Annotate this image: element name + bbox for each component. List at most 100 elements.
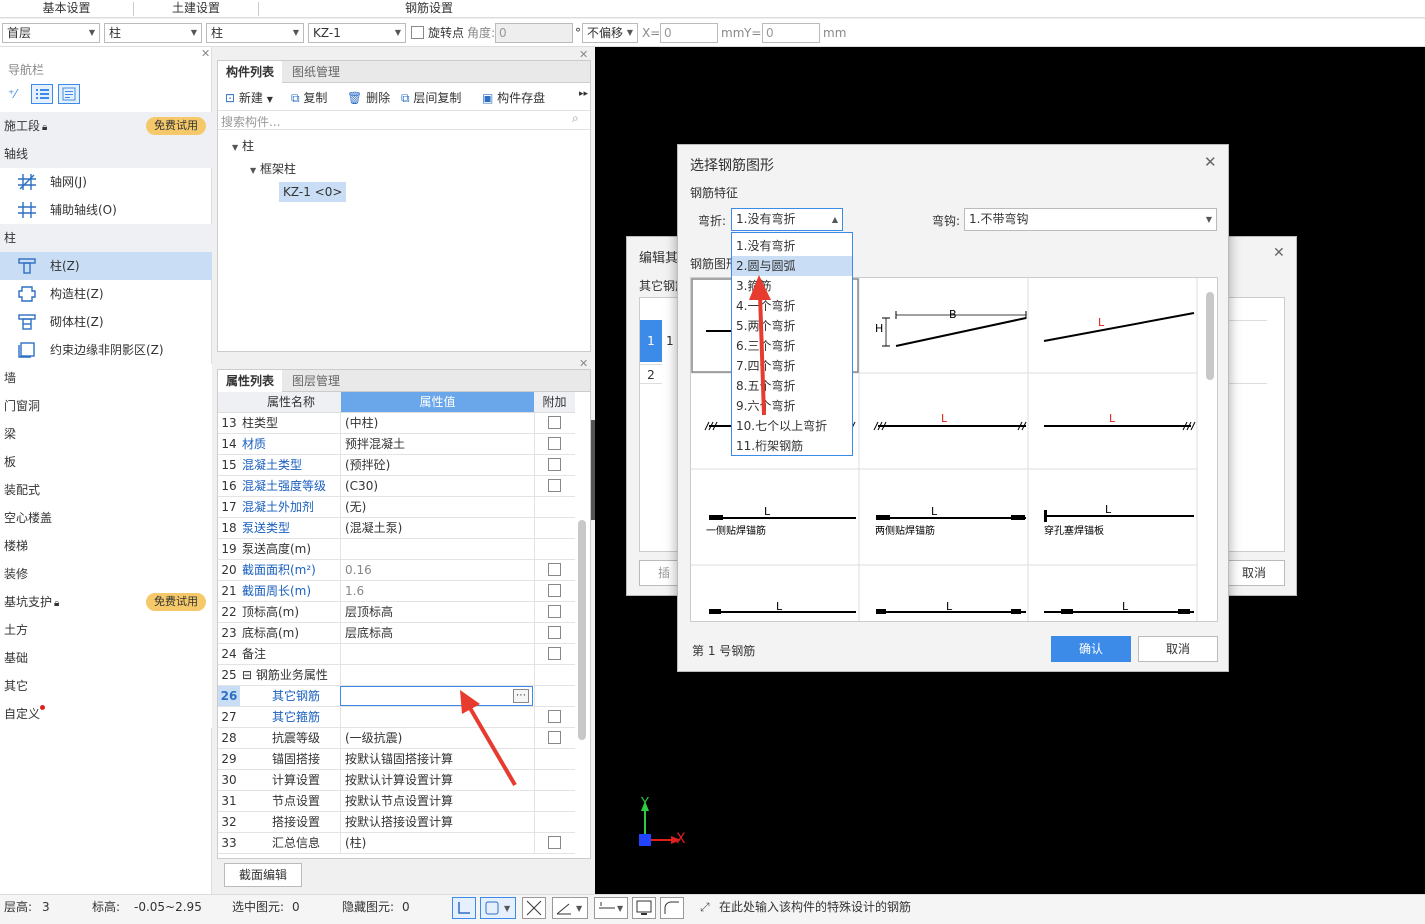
tree-leaf-kz1[interactable]: KZ-1 <0> xyxy=(279,182,347,202)
x-input[interactable]: 0 xyxy=(660,23,718,43)
delete-button[interactable]: 🗑︎ 删除 xyxy=(347,89,390,106)
extra-checkbox[interactable] xyxy=(548,710,561,723)
nav-section-door-window[interactable]: 门窗洞 xyxy=(0,392,212,420)
free-trial-badge[interactable]: 免费试用 xyxy=(146,117,206,135)
more-icon[interactable]: ▸▸ xyxy=(579,89,588,99)
hook-select[interactable]: 1.不带弯钩 ▼ xyxy=(964,208,1217,231)
table-row[interactable]: 16 混凝土强度等级 (C30) xyxy=(218,476,575,497)
property-value[interactable] xyxy=(340,707,533,727)
y-input[interactable]: 0 xyxy=(762,23,820,43)
property-value[interactable]: (预拌砼) xyxy=(340,455,533,475)
nav-section-column[interactable]: 柱 xyxy=(0,224,212,252)
extra-checkbox[interactable] xyxy=(548,479,561,492)
nav-section-prefab[interactable]: 装配式 xyxy=(0,476,212,504)
bend-option[interactable]: 11.桁架钢筋 xyxy=(732,436,852,456)
extra-checkbox[interactable] xyxy=(548,605,561,618)
display-icon[interactable] xyxy=(632,897,656,919)
offset-select[interactable]: 不偏移 ▼ xyxy=(582,23,638,43)
bend-option[interactable]: 1.没有弯折 xyxy=(732,236,852,256)
extra-checkbox[interactable] xyxy=(548,836,561,849)
nav-section-earthwork[interactable]: 土方 xyxy=(0,616,212,644)
bend-select[interactable]: 1.没有弯折 ▲ xyxy=(731,208,843,231)
property-value[interactable]: 按默认节点设置计算 xyxy=(340,791,533,811)
nav-section-hollow-floor[interactable]: 空心楼盖 xyxy=(0,504,212,532)
bend-option[interactable]: 2.圆与圆弧 xyxy=(732,256,852,276)
tab-civil-settings[interactable]: 土建设置 xyxy=(134,0,258,18)
scrollbar[interactable] xyxy=(578,520,586,740)
bend-option[interactable]: 4.一个弯折 xyxy=(732,296,852,316)
cancel-button[interactable]: 取消 xyxy=(1138,636,1218,662)
scrollbar[interactable] xyxy=(1206,292,1214,380)
tab-rebar-settings[interactable]: 钢筋设置 xyxy=(259,0,599,18)
table-row[interactable]: 25 ⊟ 钢筋业务属性 xyxy=(218,665,575,686)
table-row[interactable]: 13 柱类型 (中柱) xyxy=(218,413,575,434)
property-value[interactable] xyxy=(340,539,533,559)
nav-section-construction-stage[interactable]: 施工段 🔒︎ 免费试用 xyxy=(0,112,212,140)
nav-section-stairs[interactable]: 楼梯 xyxy=(0,532,212,560)
property-value[interactable]: (无) xyxy=(340,497,533,517)
angle-tool-icon[interactable]: ▼ xyxy=(552,897,588,919)
nav-section-beam[interactable]: 梁 xyxy=(0,420,212,448)
table-row[interactable]: 31 节点设置 按默认节点设置计算 xyxy=(218,791,575,812)
new-button[interactable]: ⊡ 新建 ▼ xyxy=(225,89,273,106)
table-row[interactable]: 30 计算设置 按默认计算设置计算 xyxy=(218,770,575,791)
property-value[interactable]: 按默认计算设置计算 xyxy=(340,770,533,790)
close-icon[interactable]: ✕ xyxy=(579,48,588,61)
property-value[interactable]: (一级抗震) xyxy=(340,728,533,748)
table-row[interactable]: 28 抗震等级 (一级抗震) xyxy=(218,728,575,749)
copy-button[interactable]: ⧉ 复制 xyxy=(291,89,327,106)
snap-select-icon[interactable]: ▼ xyxy=(480,897,516,919)
property-value[interactable]: 按默认锚固搭接计算 xyxy=(340,749,533,769)
property-value[interactable]: 0.16 xyxy=(340,560,533,580)
category-select[interactable]: 柱 ▼ xyxy=(104,23,202,43)
table-row[interactable]: 27 其它箍筋 xyxy=(218,707,575,728)
nav-item-grid[interactable]: 轴网(J) xyxy=(0,168,212,196)
close-icon[interactable]: ✕ xyxy=(1273,245,1285,261)
table-row[interactable]: 26 其它钢筋 ⋯ xyxy=(218,686,575,707)
table-row[interactable]: 18 泵送类型 (混凝土泵) xyxy=(218,518,575,539)
nav-section-foundation[interactable]: 基础 xyxy=(0,644,212,672)
nav-section-decoration[interactable]: 装修 xyxy=(0,560,212,588)
cross-select-icon[interactable] xyxy=(522,897,546,919)
nav-section-other[interactable]: 其它 xyxy=(0,672,212,700)
component-select[interactable]: KZ-1 ▼ xyxy=(308,23,406,43)
extra-checkbox[interactable] xyxy=(548,563,561,576)
arc-tool-icon[interactable] xyxy=(660,897,684,919)
angle-input[interactable]: 0 xyxy=(495,23,573,43)
nav-item-constructional-column[interactable]: 构造柱(Z) xyxy=(0,280,212,308)
offset-tool-icon[interactable]: ▼ xyxy=(594,897,628,919)
save-component-button[interactable]: ▣ 构件存盘 xyxy=(482,89,545,106)
ellipsis-button-icon[interactable]: ⋯ xyxy=(513,689,529,703)
table-row[interactable]: 15 混凝土类型 (预拌砼) xyxy=(218,455,575,476)
row-number[interactable]: 1 xyxy=(640,320,662,362)
extra-checkbox[interactable] xyxy=(548,647,561,660)
close-icon[interactable]: ✕ xyxy=(201,47,210,60)
property-value[interactable]: (混凝土泵) xyxy=(340,518,533,538)
edit-cancel-button[interactable]: 取消 xyxy=(1223,560,1285,586)
property-value[interactable] xyxy=(340,665,533,685)
grid-cell[interactable]: 1 xyxy=(666,320,674,362)
nav-item-edge-zone[interactable]: 约束边缘非阴影区(Z) xyxy=(0,336,212,364)
free-trial-badge[interactable]: 免费试用 xyxy=(146,593,206,611)
search-box[interactable]: 搜索构件... ⌕ xyxy=(218,110,590,130)
table-row[interactable]: 19 泵送高度(m) xyxy=(218,539,575,560)
tree-child[interactable]: ▼ 框架柱 xyxy=(250,160,296,177)
search-input[interactable]: 搜索构件... xyxy=(221,113,280,130)
property-value[interactable]: ⋯ xyxy=(340,686,533,706)
tab-component-list[interactable]: 构件列表 xyxy=(218,61,283,83)
property-value[interactable]: (柱) xyxy=(340,833,533,853)
floor-select[interactable]: 首层 ▼ xyxy=(2,23,100,43)
close-icon[interactable]: ✕ xyxy=(1204,153,1217,171)
bend-option[interactable]: 7.四个弯折 xyxy=(732,356,852,376)
property-value[interactable]: 层底标高 xyxy=(340,623,533,643)
nav-item-column[interactable]: 柱(Z) xyxy=(0,252,212,280)
nav-section-axis[interactable]: 轴线 xyxy=(0,140,212,168)
property-value[interactable]: 预拌混凝土 xyxy=(340,434,533,454)
nav-item-masonry-column[interactable]: 砌体柱(Z) xyxy=(0,308,212,336)
row-number[interactable]: 2 xyxy=(640,364,662,384)
close-icon[interactable]: ✕ xyxy=(579,357,588,370)
table-row[interactable]: 33 汇总信息 (柱) xyxy=(218,833,575,854)
bend-option[interactable]: 8.五个弯折 xyxy=(732,376,852,396)
property-value[interactable]: (C30) xyxy=(340,476,533,496)
property-value[interactable]: (中柱) xyxy=(340,413,533,433)
